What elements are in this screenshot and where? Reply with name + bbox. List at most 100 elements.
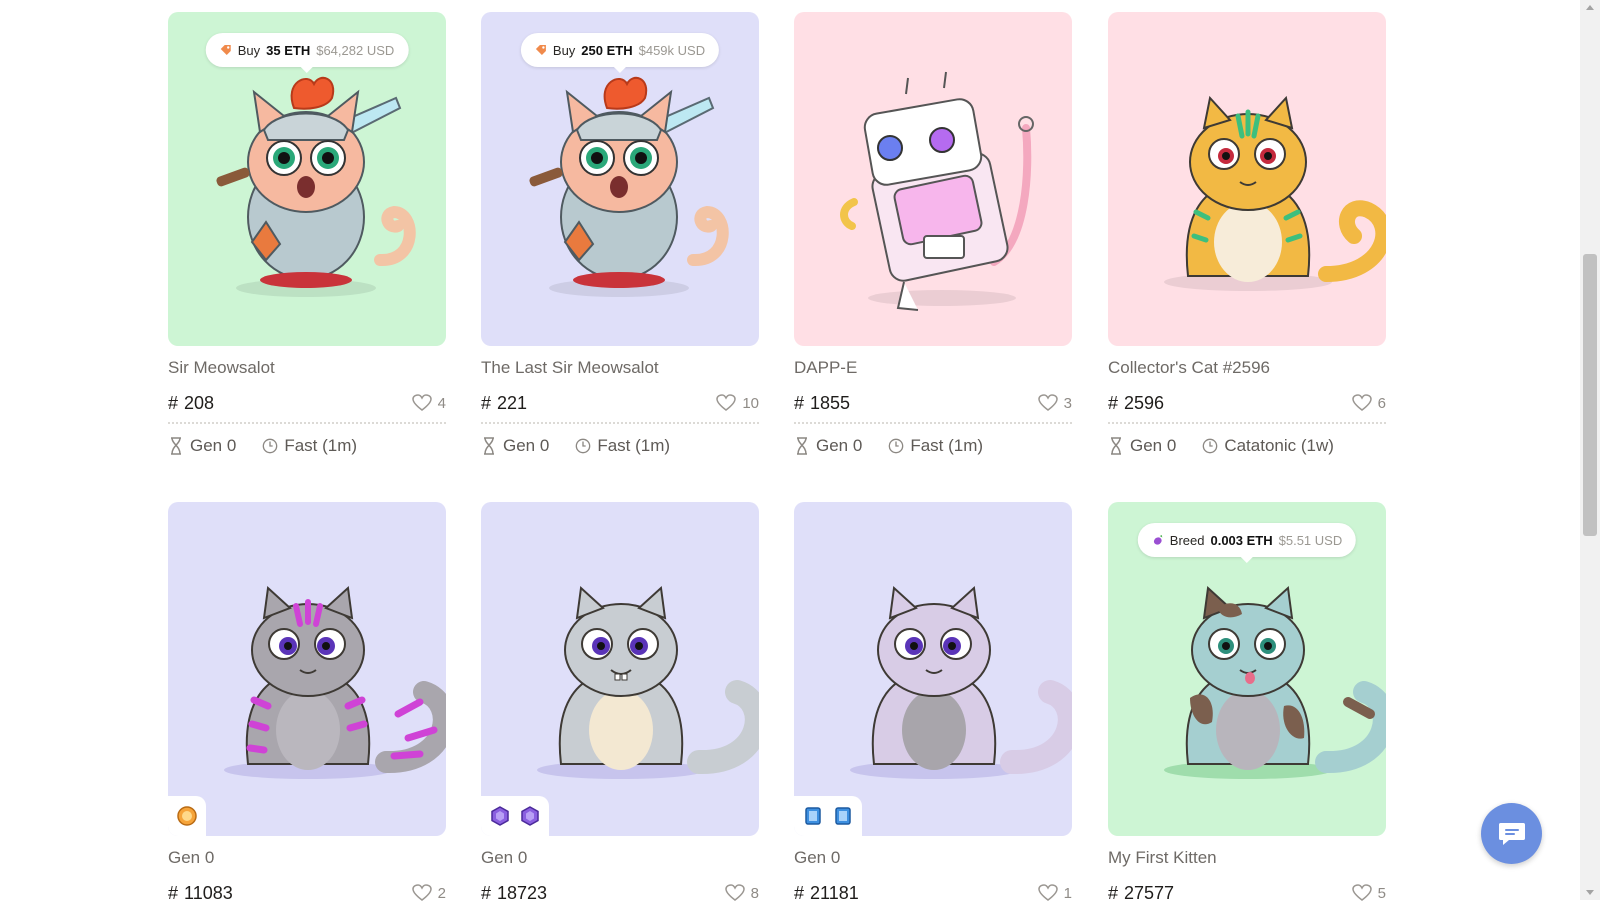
kitty-tile[interactable]: Buy 35 ETH $64,282 USD [168, 12, 446, 346]
likes-count: 1 [1063, 884, 1072, 902]
kitty-tile[interactable]: Buy 250 ETH $459k USD [481, 12, 759, 346]
kitty-name[interactable]: My First Kitten [1108, 848, 1386, 870]
buy-offer-pill[interactable]: Buy 250 ETH $459k USD [520, 33, 720, 73]
kitty-tile[interactable]: Breed 0.003 ETH $5.51 USD [1108, 502, 1386, 836]
likes[interactable]: 3 [1037, 394, 1072, 412]
likes-count: 3 [1063, 394, 1072, 412]
buy-offer-pill[interactable]: Buy 35 ETH $64,282 USD [205, 33, 409, 73]
kitty-card[interactable]: Gen 0 #21181 1 [794, 502, 1072, 904]
kitty-tile[interactable] [481, 502, 759, 836]
kitty-id: #1855 [794, 392, 851, 413]
gray-magenta-cat-image [224, 585, 446, 779]
generation: Gen 0 [503, 436, 550, 455]
hourglass-icon [1111, 437, 1121, 455]
heart-icon[interactable] [1351, 394, 1372, 412]
kitty-name[interactable]: Gen 0 [794, 848, 1072, 870]
likes-count: 2 [437, 884, 446, 902]
cattribute-badges [168, 796, 206, 836]
heart-icon[interactable] [411, 394, 432, 412]
breed-offer-pill[interactable]: Breed 0.003 ETH $5.51 USD [1137, 523, 1357, 563]
silver-cat-image [537, 585, 759, 779]
offer-label: Breed [1169, 532, 1205, 548]
likes[interactable]: 6 [1351, 394, 1386, 412]
divider [168, 422, 446, 424]
kitty-id: #208 [168, 392, 215, 413]
kitty-tile[interactable] [794, 12, 1072, 346]
kitty-card[interactable]: Gen 0 #18723 8 [481, 502, 759, 904]
kitty-card[interactable]: DAPP-E #1855 3 Gen 0 Fast (1m) [794, 12, 1072, 456]
chat-button[interactable] [1481, 803, 1542, 864]
page-scrollbar[interactable] [1580, 0, 1600, 900]
kitty-tile[interactable] [794, 502, 1072, 836]
likes-count: 10 [742, 394, 759, 412]
likes[interactable]: 2 [411, 884, 446, 902]
offer-usd: $459k USD [638, 42, 706, 58]
clock-icon [575, 438, 591, 454]
likes-count: 5 [1377, 884, 1386, 902]
orange-green-cat-image [1164, 95, 1386, 291]
likes[interactable]: 1 [1037, 884, 1072, 902]
divider [1108, 422, 1386, 424]
kitty-name[interactable]: Collector's Cat #2596 [1108, 358, 1386, 380]
cooldown-speed: Fast (1m) [284, 436, 358, 455]
heart-icon[interactable] [411, 884, 432, 902]
likes-count: 4 [437, 394, 446, 412]
divider [481, 422, 759, 424]
likes[interactable]: 10 [716, 394, 759, 412]
kitty-id: #21181 [794, 882, 859, 903]
kitty-tile[interactable] [1108, 12, 1386, 346]
offer-usd: $64,282 USD [316, 42, 395, 58]
hourglass-icon [797, 437, 807, 455]
lilac-cat-image [850, 585, 1072, 779]
generation: Gen 0 [816, 436, 863, 455]
kitty-card[interactable]: Gen 0 #11083 2 [168, 502, 446, 904]
chat-bubble-icon [1498, 822, 1525, 845]
kitty-name[interactable]: Gen 0 [168, 848, 446, 870]
kitty-id: #27577 [1108, 882, 1175, 903]
cooldown-speed: Fast (1m) [597, 436, 671, 455]
heart-icon[interactable] [724, 884, 745, 902]
cattribute-badges [481, 796, 549, 836]
kitty-card[interactable]: Breed 0.003 ETH $5.51 USD My First Kitte… [1108, 502, 1386, 904]
blue-book-icon[interactable] [832, 805, 854, 827]
kitty-id: #221 [481, 392, 528, 413]
clock-icon [888, 438, 904, 454]
offer-usd: $5.51 USD [1278, 532, 1343, 548]
kitty-tile[interactable] [168, 502, 446, 836]
cattribute-badges [794, 796, 862, 836]
purple-gem-icon[interactable] [519, 805, 541, 827]
purple-gem-icon[interactable] [489, 805, 511, 827]
likes[interactable]: 8 [724, 884, 759, 902]
scroll-down-arrow[interactable] [1586, 890, 1594, 895]
heart-icon[interactable] [1037, 884, 1058, 902]
likes-count: 6 [1377, 394, 1386, 412]
scroll-thumb[interactable] [1583, 254, 1597, 536]
clock-icon [1202, 438, 1218, 454]
heart-icon[interactable] [1037, 394, 1058, 412]
cooldown-speed: Fast (1m) [910, 436, 984, 455]
kitty-name[interactable]: The Last Sir Meowsalot [481, 358, 759, 380]
kitty-name[interactable]: DAPP-E [794, 358, 1072, 380]
eggplant-icon [1153, 535, 1163, 545]
kitty-card[interactable]: Buy 250 ETH $459k USD The Last Sir Meows… [481, 12, 759, 456]
hourglass-icon [171, 437, 181, 455]
scroll-up-arrow[interactable] [1586, 5, 1594, 10]
offer-amount: 0.003 ETH [1210, 532, 1273, 548]
clock-icon [262, 438, 278, 454]
price-tag-icon [535, 45, 546, 55]
kitty-card[interactable]: Collector's Cat #2596 #2596 6 Gen 0 Cata… [1108, 12, 1386, 456]
heart-icon[interactable] [716, 394, 737, 412]
likes[interactable]: 4 [411, 394, 446, 412]
sun-gem-icon[interactable] [176, 805, 198, 827]
kitty-id: #11083 [168, 882, 233, 903]
blue-book-icon[interactable] [802, 805, 824, 827]
kitty-name[interactable]: Sir Meowsalot [168, 358, 446, 380]
likes[interactable]: 5 [1351, 884, 1386, 902]
heart-icon[interactable] [1351, 884, 1372, 902]
divider [794, 422, 1072, 424]
offer-amount: 250 ETH [581, 42, 633, 58]
kitty-card[interactable]: Buy 35 ETH $64,282 USD Sir Meowsalot #20… [168, 12, 446, 456]
kitty-name[interactable]: Gen 0 [481, 848, 759, 870]
cooldown-speed: Catatonic (1w) [1224, 436, 1334, 455]
generation: Gen 0 [1130, 436, 1177, 455]
